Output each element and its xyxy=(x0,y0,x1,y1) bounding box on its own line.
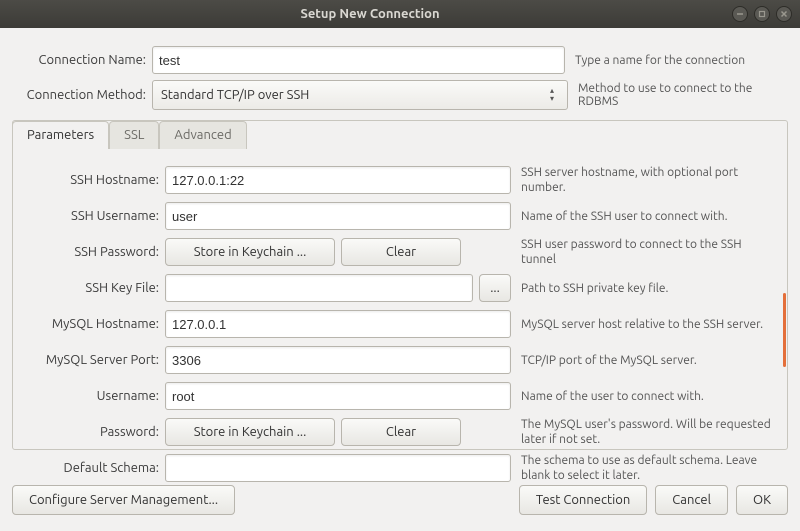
footer: Configure Server Management... Test Conn… xyxy=(0,479,800,531)
ssh-password-row: SSH Password: Store in Keychain ... Clea… xyxy=(23,237,777,267)
ssh-username-hint: Name of the SSH user to connect with. xyxy=(511,209,777,224)
tab-ssl[interactable]: SSL xyxy=(109,121,159,149)
ssh-hostname-row: SSH Hostname: SSH server hostname, with … xyxy=(23,165,777,195)
connection-name-row: Connection Name: Type a name for the con… xyxy=(12,46,788,74)
connection-name-input[interactable] xyxy=(152,46,565,74)
window-title: Setup New Connection xyxy=(8,7,732,21)
ssh-keyfile-input[interactable] xyxy=(165,274,473,302)
ssh-keyfile-label: SSH Key File: xyxy=(23,281,165,295)
mysql-port-row: MySQL Server Port: TCP/IP port of the My… xyxy=(23,345,777,375)
password-clear-button[interactable]: Clear xyxy=(341,418,461,446)
dropdown-arrows-icon: ▴▾ xyxy=(545,87,559,103)
username-label: Username: xyxy=(23,389,165,403)
ssh-keyfile-hint: Path to SSH private key file. xyxy=(511,281,777,296)
test-connection-button[interactable]: Test Connection xyxy=(519,485,647,515)
mysql-hostname-input[interactable] xyxy=(165,310,511,338)
content-area: Connection Name: Type a name for the con… xyxy=(0,28,800,450)
tabs-container: Parameters SSL Advanced SSH Hostname: SS… xyxy=(12,120,788,450)
mysql-port-hint: TCP/IP port of the MySQL server. xyxy=(511,353,777,368)
password-row: Password: Store in Keychain ... Clear Th… xyxy=(23,417,777,447)
ssh-username-row: SSH Username: Name of the SSH user to co… xyxy=(23,201,777,231)
window-controls xyxy=(732,6,792,22)
ssh-keyfile-browse-button[interactable]: ... xyxy=(479,274,511,302)
connection-name-hint: Type a name for the connection xyxy=(565,54,788,67)
ssh-hostname-input[interactable] xyxy=(165,166,511,194)
mysql-hostname-label: MySQL Hostname: xyxy=(23,317,165,331)
configure-server-management-button[interactable]: Configure Server Management... xyxy=(12,485,235,515)
username-hint: Name of the user to connect with. xyxy=(511,389,777,404)
ssh-password-hint: SSH user password to connect to the SSH … xyxy=(511,237,777,267)
mysql-port-label: MySQL Server Port: xyxy=(23,353,165,367)
tab-parameters[interactable]: Parameters xyxy=(12,121,109,149)
username-input[interactable] xyxy=(165,382,511,410)
ssh-keyfile-row: SSH Key File: ... Path to SSH private ke… xyxy=(23,273,777,303)
mysql-port-input[interactable] xyxy=(165,346,511,374)
ok-button[interactable]: OK xyxy=(736,485,788,515)
ssh-password-label: SSH Password: xyxy=(23,245,165,259)
ssh-username-input[interactable] xyxy=(165,202,511,230)
mysql-hostname-hint: MySQL server host relative to the SSH se… xyxy=(511,317,777,332)
connection-method-value: Standard TCP/IP over SSH xyxy=(161,88,545,102)
connection-method-hint: Method to use to connect to the RDBMS xyxy=(568,82,788,108)
tabs-header: Parameters SSL Advanced xyxy=(12,120,787,148)
connection-method-row: Connection Method: Standard TCP/IP over … xyxy=(12,80,788,110)
cancel-button[interactable]: Cancel xyxy=(655,485,728,515)
ssh-username-label: SSH Username: xyxy=(23,209,165,223)
password-hint: The MySQL user's password. Will be reque… xyxy=(511,417,777,447)
ssh-password-store-button[interactable]: Store in Keychain ... xyxy=(165,238,335,266)
close-icon[interactable] xyxy=(776,6,792,22)
mysql-hostname-row: MySQL Hostname: MySQL server host relati… xyxy=(23,309,777,339)
username-row: Username: Name of the user to connect wi… xyxy=(23,381,777,411)
connection-name-label: Connection Name: xyxy=(12,53,152,67)
tab-advanced[interactable]: Advanced xyxy=(159,121,246,149)
connection-method-label: Connection Method: xyxy=(12,88,152,102)
default-schema-input[interactable] xyxy=(165,454,511,482)
ssh-hostname-label: SSH Hostname: xyxy=(23,173,165,187)
titlebar: Setup New Connection xyxy=(0,0,800,28)
password-label: Password: xyxy=(23,425,165,439)
maximize-icon[interactable] xyxy=(754,6,770,22)
password-store-button[interactable]: Store in Keychain ... xyxy=(165,418,335,446)
tab-parameters-body: SSH Hostname: SSH server hostname, with … xyxy=(13,149,787,495)
ssh-password-clear-button[interactable]: Clear xyxy=(341,238,461,266)
ssh-hostname-hint: SSH server hostname, with optional port … xyxy=(511,165,777,195)
minimize-icon[interactable] xyxy=(732,6,748,22)
default-schema-label: Default Schema: xyxy=(23,461,165,475)
connection-method-dropdown[interactable]: Standard TCP/IP over SSH ▴▾ xyxy=(152,80,568,110)
overlay-scrollbar[interactable] xyxy=(783,293,786,367)
